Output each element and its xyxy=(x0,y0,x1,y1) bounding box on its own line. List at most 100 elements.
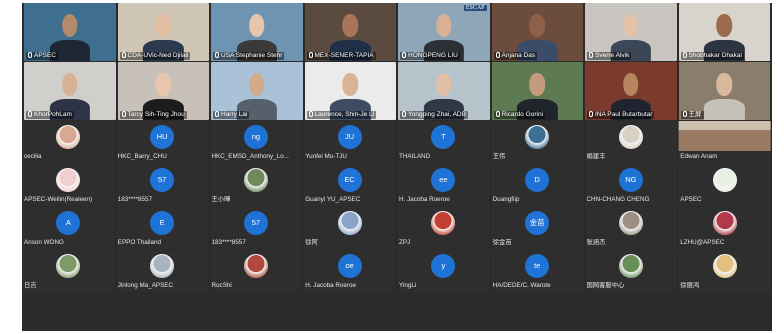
participant-name: THAILAND xyxy=(399,153,431,160)
mic-icon xyxy=(28,52,32,58)
participant-audio-tile[interactable]: JU Yunfei Mu-TJU xyxy=(303,121,397,163)
participant-audio-tile[interactable]: E EPPO Thailand xyxy=(115,207,210,249)
mic-icon xyxy=(121,111,126,117)
profile-photo-avatar xyxy=(243,254,268,278)
participant-name-label: Shobhakar Dhakal xyxy=(680,52,744,60)
initials-avatar: T xyxy=(431,125,456,149)
participant-name-label: CDA-UVic-Ned Djilali xyxy=(119,52,191,60)
participant-name-label: Harry Lai xyxy=(213,111,250,119)
participant-name: Harry Lai xyxy=(221,111,248,118)
participant-audio-tile[interactable]: HU HKC_Barry_CHU xyxy=(115,121,210,163)
participant-audio-tile[interactable]: 徐丽鸿 xyxy=(678,250,772,292)
participant-name: 楊建丰 xyxy=(586,153,606,160)
audio-participants-grid: cecilia HU HKC_Barry_CHU ng HKC_EMSD_Anthony… xyxy=(22,121,772,293)
participant-video-tile[interactable]: Laurence, Shin-Je Li xyxy=(304,62,396,120)
participant-audio-tile[interactable]: 张涵杰 xyxy=(584,207,679,249)
participant-video-thumbnail xyxy=(678,121,771,151)
initials-avatar: 57 xyxy=(243,211,268,235)
participant-video-tile[interactable]: Yongping Zhai, ADB xyxy=(398,62,490,120)
participant-name-label: APSEC xyxy=(26,52,59,60)
participant-audio-tile[interactable]: ng HKC_EMSD_Anthony_Lo... xyxy=(209,121,304,163)
audio-participant-row: A Anson WONG E EPPO Thailand 57 183****8557 徐阿… xyxy=(22,207,772,249)
participant-audio-tile[interactable]: 国网客服中心 xyxy=(584,250,679,292)
participant-name: H. Jacoba Roeroe xyxy=(399,196,450,203)
participant-video-tile[interactable]: Tarcy Sih-Ting Jhou xyxy=(117,62,209,120)
participant-audio-tile[interactable]: 金苗徐金苗 xyxy=(490,207,585,249)
participant-audio-tile[interactable]: A Anson WONG xyxy=(22,207,116,249)
participant-name: MEX-SENER-TAPIA xyxy=(314,52,374,59)
participant-name-label: INA Paul Butarbutar xyxy=(587,111,655,119)
participant-video-tile[interactable]: INA Paul Butarbutar xyxy=(585,62,677,120)
participant-name: 徐阿 xyxy=(305,239,318,246)
participant-name: APSEC-Weilin(Realeen) xyxy=(24,196,93,203)
participant-video-tile[interactable]: CDA-UVic-Ned Djilali xyxy=(117,3,209,61)
participant-name: HKC_Barry_CHU xyxy=(117,153,167,160)
participant-audio-tile[interactable]: 徐阿 xyxy=(303,207,397,249)
participant-video-tile[interactable]: ESCAP HONGPENG LIU xyxy=(398,3,490,61)
audio-participant-row: 日吉 Jinlong Ma_APSEC RocShi oe H. Jacoba Roer… xyxy=(22,250,772,292)
participant-video-tile[interactable]: Shobhakar Dhakal xyxy=(678,3,770,61)
mic-icon xyxy=(402,52,406,58)
participant-audio-tile[interactable]: Jinlong Ma_APSEC xyxy=(115,250,210,292)
initials-avatar: A xyxy=(56,211,81,235)
participant-audio-tile[interactable]: LZHU@APSEC xyxy=(678,207,772,249)
participant-video-tile[interactable]: Sverre Alvik xyxy=(585,3,677,61)
participant-name: ZPJ xyxy=(399,239,411,246)
initials-avatar: ee xyxy=(431,168,456,192)
mic-icon xyxy=(28,111,32,117)
participant-audio-tile[interactable]: y YingLi xyxy=(397,250,491,292)
profile-photo-avatar xyxy=(618,211,643,235)
participant-audio-tile[interactable]: APSEC xyxy=(678,164,772,206)
participant-audio-tile[interactable]: Edwan Anam xyxy=(678,121,772,163)
participant-audio-tile[interactable]: 57 183****8557 xyxy=(115,164,210,206)
participant-audio-tile[interactable]: T THAILAND xyxy=(397,121,491,163)
participant-name: HA/DEDE/C. Warote xyxy=(492,282,551,289)
participant-name: 王伟 xyxy=(492,153,506,160)
participant-name: 183****8557 xyxy=(211,239,246,246)
profile-photo-avatar xyxy=(712,211,737,235)
participant-name-label: 王屏 xyxy=(680,111,704,119)
participant-name: 徐金苗 xyxy=(492,239,512,246)
participant-name-label: KhorPohLam xyxy=(26,111,74,119)
participant-audio-tile[interactable]: 日吉 xyxy=(22,250,116,292)
participant-audio-tile[interactable]: 楊建丰 xyxy=(584,121,679,163)
profile-photo-avatar xyxy=(712,254,737,278)
participant-audio-tile[interactable]: 57 183****8557 xyxy=(209,207,304,249)
participant-audio-tile[interactable]: 王小暉 xyxy=(209,164,304,206)
participant-name: RocShi xyxy=(211,282,232,289)
participant-video-tile[interactable]: Anjana Das xyxy=(491,3,583,61)
participant-video-tile[interactable]: Ricardo Gorini xyxy=(491,62,583,120)
participant-audio-tile[interactable]: 王伟 xyxy=(490,121,585,163)
participant-audio-tile[interactable]: NG CHN-CHANG CHENG xyxy=(584,164,679,206)
participant-audio-tile[interactable]: D Duangfiip xyxy=(490,164,585,206)
participant-video-tile[interactable]: MEX-SENER-TAPIA xyxy=(304,3,396,61)
initials-avatar: 金苗 xyxy=(525,211,550,235)
participant-audio-tile[interactable]: APSEC-Weilin(Realeen) xyxy=(22,164,116,206)
participant-video-tile[interactable]: 王屏 xyxy=(678,62,770,120)
participant-name: Shobhakar Dhakal xyxy=(688,52,742,59)
initials-avatar: HU xyxy=(150,125,175,149)
participant-video-tile[interactable]: KhorPohLam xyxy=(24,62,116,120)
initials-avatar: JU xyxy=(337,125,362,149)
participant-audio-tile[interactable]: EC Guanyi YU_APSEC xyxy=(303,164,397,206)
participant-name: Guanyi YU_APSEC xyxy=(305,196,361,203)
participant-name: Laurence, Shin-Je Li xyxy=(314,111,375,118)
participant-audio-tile[interactable]: ee H. Jacoba Roeroe xyxy=(397,164,491,206)
initials-avatar: oe xyxy=(337,254,362,278)
participant-audio-tile[interactable]: te HA/DEDE/C. Warote xyxy=(490,250,585,292)
meeting-gallery-view: APSEC CDA-UVic-Ned Djilali USA Stephanie S… xyxy=(22,3,772,331)
participant-audio-tile[interactable]: ZPJ xyxy=(397,207,491,249)
participant-audio-tile[interactable]: RocShi xyxy=(209,250,304,292)
participant-audio-tile[interactable]: cecilia xyxy=(22,121,116,163)
participant-audio-tile[interactable]: oe H. Jacoba Roeroe xyxy=(303,250,397,292)
participant-name: LZHU@APSEC xyxy=(680,239,725,246)
participant-video-tile[interactable]: USA Stephanie Stehr xyxy=(211,3,303,61)
participant-name: 张涵杰 xyxy=(586,239,606,246)
initials-avatar: D xyxy=(525,168,550,192)
participant-name: 国网客服中心 xyxy=(586,282,625,289)
profile-photo-avatar xyxy=(56,125,81,149)
participant-name: CDA-UVic-Ned Djilali xyxy=(127,52,189,59)
participant-video-tile[interactable]: Harry Lai xyxy=(211,62,303,120)
participant-video-tile[interactable]: APSEC xyxy=(24,3,116,61)
profile-photo-avatar xyxy=(618,125,643,149)
